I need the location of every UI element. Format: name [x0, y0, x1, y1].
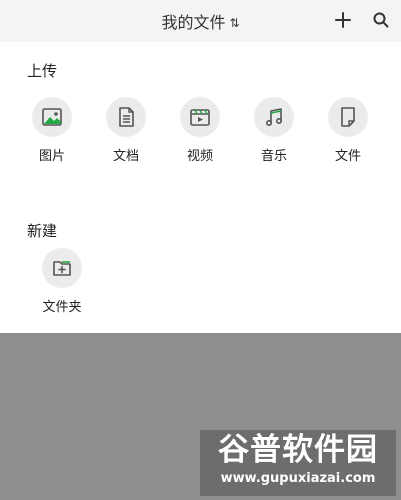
add-button[interactable] [331, 8, 355, 32]
upload-image-label: 图片 [38, 149, 65, 164]
upload-video-label: 视频 [186, 149, 213, 164]
upload-music-label: 音乐 [260, 149, 287, 164]
create-folder-label: 文件夹 [42, 300, 82, 315]
upload-image-button[interactable]: 图片 [22, 97, 82, 164]
file-icon [328, 97, 368, 137]
folder-add-icon [42, 248, 82, 288]
upload-section-title: 上传 [27, 62, 58, 80]
music-icon [254, 97, 294, 137]
create-folder-button[interactable]: 文件夹 [32, 248, 92, 315]
action-sheet: 上传 图片 文档 视频 音乐 文件 新建 文件夹 [0, 42, 401, 333]
video-icon [180, 97, 220, 137]
plus-icon [335, 12, 351, 28]
watermark: 谷普软件园 www.gupuxiazai.com [200, 430, 396, 496]
document-icon [106, 97, 146, 137]
upload-video-button[interactable]: 视频 [170, 97, 230, 164]
sort-icon: ⇅ [229, 16, 240, 30]
watermark-text: 谷普软件园 [218, 432, 378, 468]
upload-file-button[interactable]: 文件 [318, 97, 378, 164]
page-title: 我的文件 [161, 13, 226, 32]
watermark-url: www.gupuxiazai.com [220, 471, 376, 486]
upload-document-label: 文档 [112, 149, 139, 164]
image-icon [32, 97, 72, 137]
search-button[interactable] [369, 8, 393, 32]
upload-music-button[interactable]: 音乐 [244, 97, 304, 164]
top-bar: 我的文件 ⇅ [0, 0, 401, 42]
create-section-title: 新建 [27, 222, 58, 240]
upload-document-button[interactable]: 文档 [96, 97, 156, 164]
upload-file-label: 文件 [334, 149, 361, 164]
search-icon [373, 12, 389, 28]
